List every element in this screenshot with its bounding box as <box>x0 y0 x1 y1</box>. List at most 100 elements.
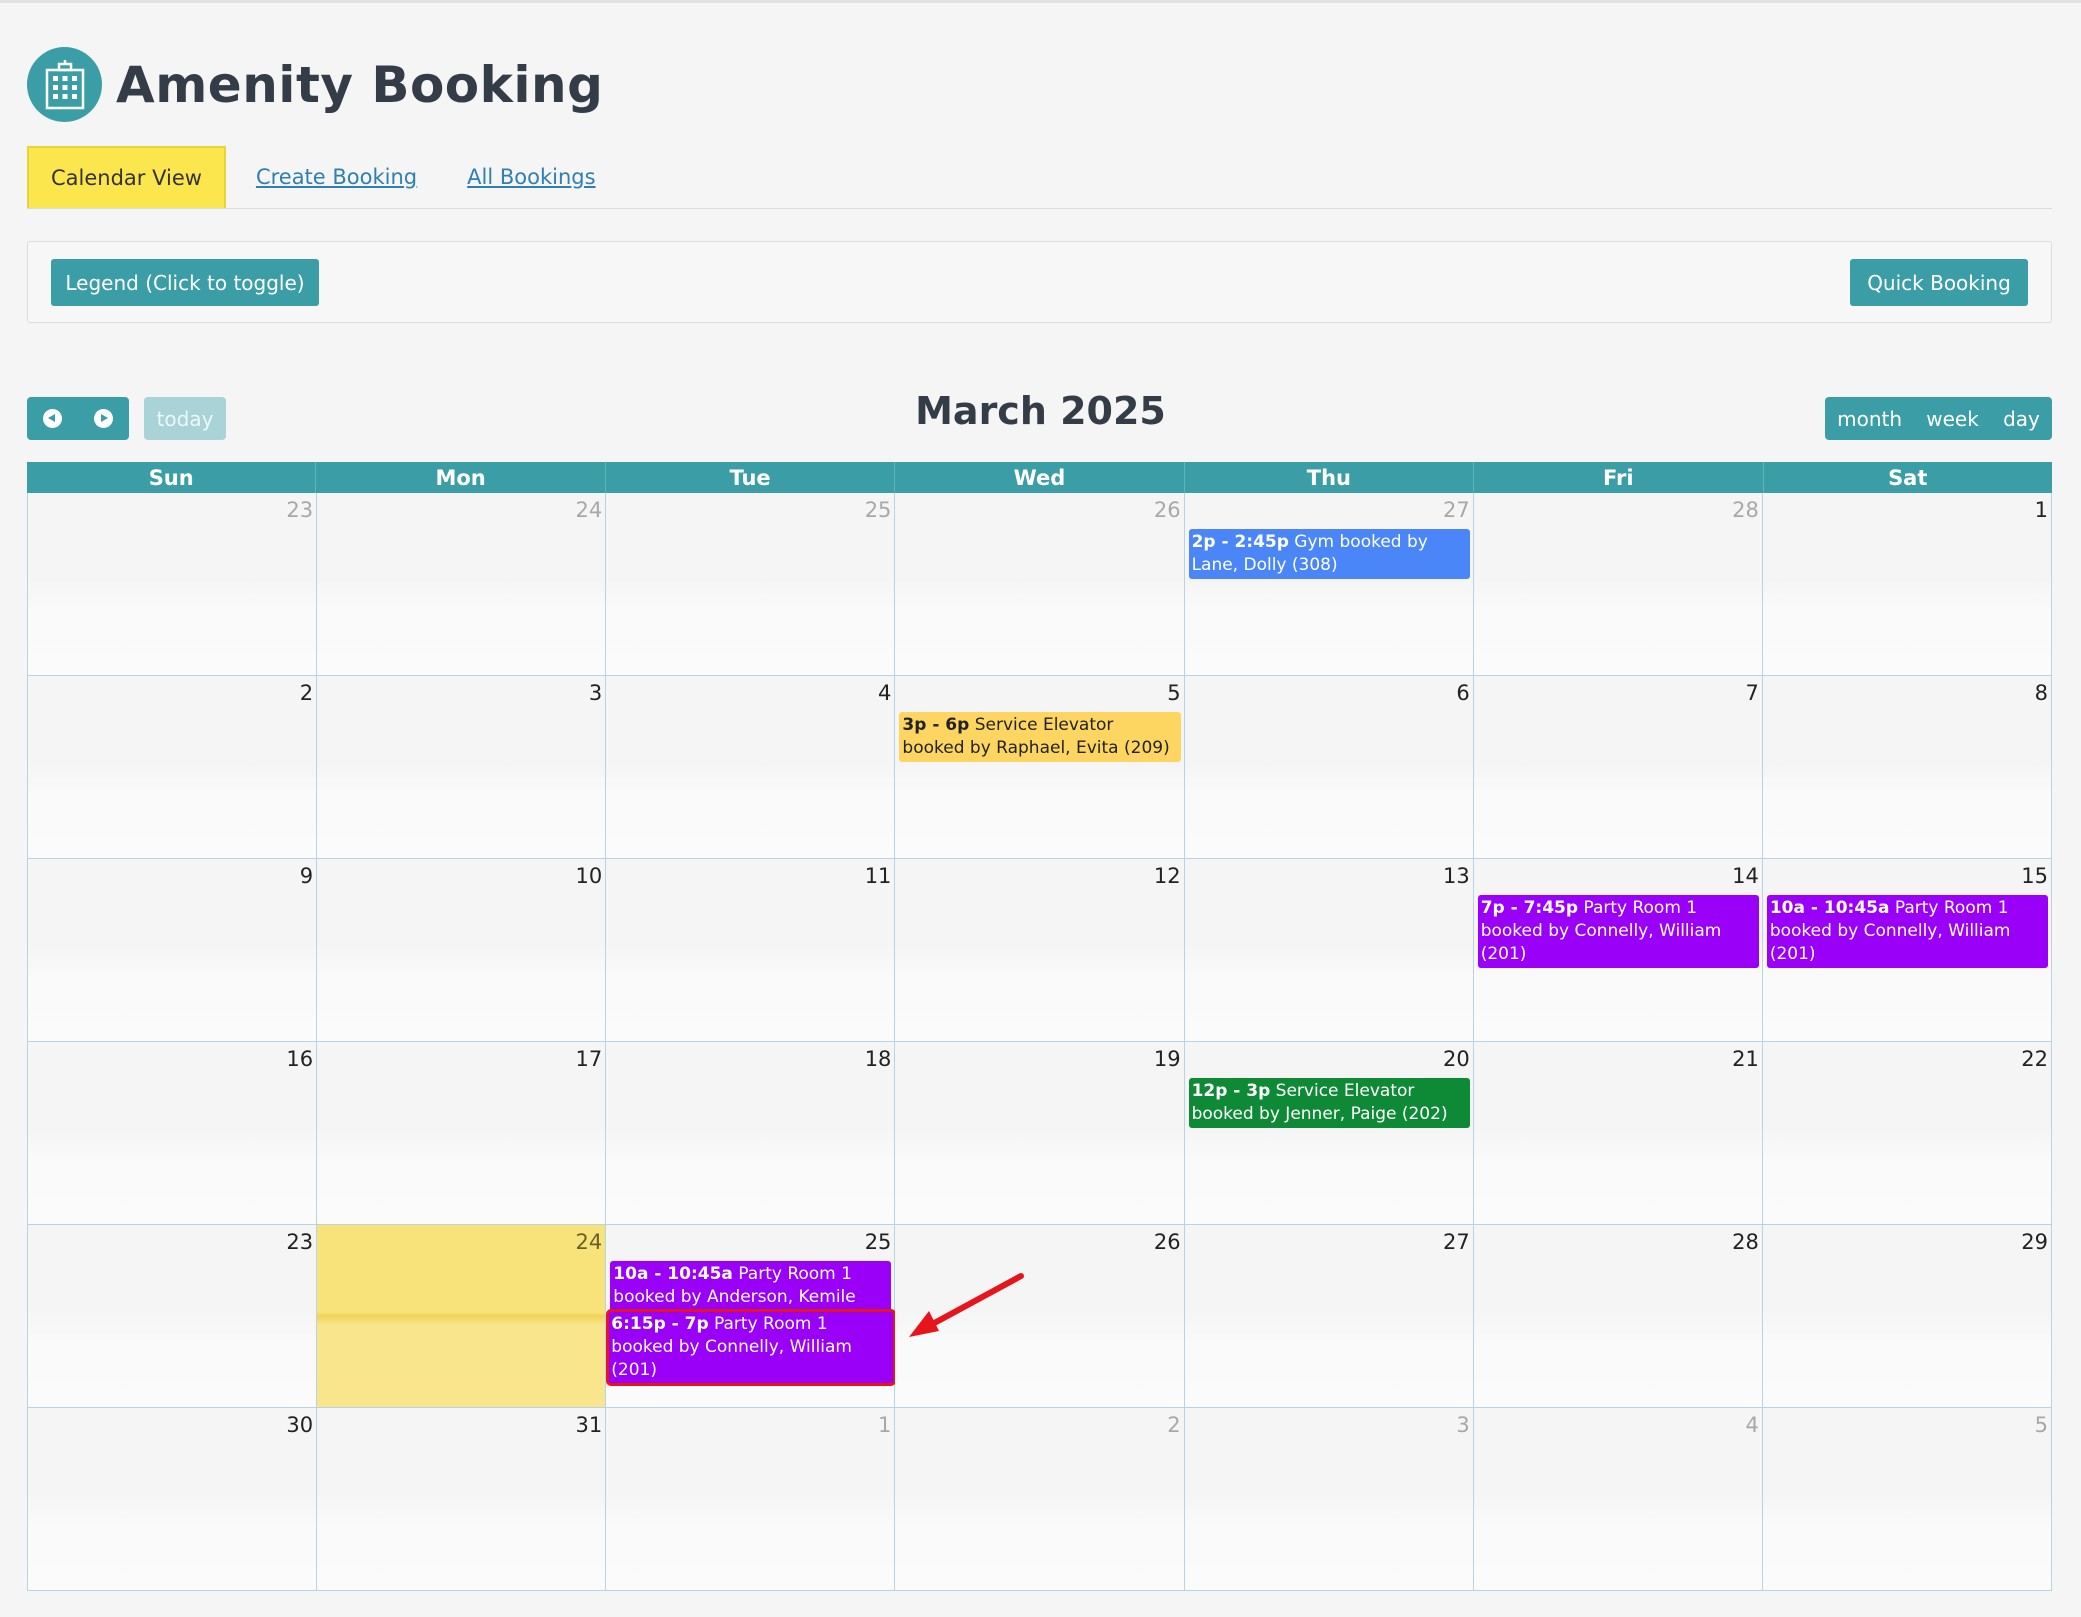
week-row: 2 3 4 5 3p - 6p Service Elevator booked … <box>28 676 2052 859</box>
day-number: 8 <box>2034 681 2048 705</box>
day-number: 21 <box>1732 1047 1759 1071</box>
day-cell[interactable]: 2 <box>28 676 318 859</box>
day-cell[interactable]: 27 2p - 2:45p Gym booked by Lane, Dolly … <box>1184 493 1474 676</box>
day-cell[interactable]: 21 <box>1473 1042 1763 1225</box>
day-cell[interactable]: 23 <box>28 493 318 676</box>
day-cell[interactable]: 5 3p - 6p Service Elevator booked by Rap… <box>895 676 1185 859</box>
day-cell[interactable]: 31 <box>317 1408 607 1591</box>
day-cell[interactable]: 16 <box>28 1042 318 1225</box>
day-cell[interactable]: 28 <box>1473 1225 1763 1408</box>
tab-create-booking[interactable]: Create Booking <box>234 146 439 208</box>
prev-month-button[interactable] <box>27 397 78 440</box>
week-row: 23 24 25 26 27 2p - 2:45p Gym booked by … <box>28 493 2052 676</box>
day-number: 19 <box>1153 1047 1181 1071</box>
day-cell[interactable]: 1 <box>1762 493 2052 676</box>
day-number: 11 <box>864 864 892 888</box>
day-number: 4 <box>1745 1413 1759 1437</box>
day-number: 4 <box>878 681 892 705</box>
tab-calendar-view[interactable]: Calendar View <box>27 146 226 208</box>
quick-booking-button[interactable]: Quick Booking <box>1850 259 2028 306</box>
annotation-arrow-icon <box>909 1273 1024 1337</box>
day-cell[interactable]: 27 <box>1184 1225 1474 1408</box>
day-cell[interactable]: 1 <box>606 1408 896 1591</box>
day-cell[interactable]: 9 <box>28 859 318 1042</box>
day-cell[interactable]: 28 <box>1473 493 1763 676</box>
day-cell[interactable]: 29 <box>1762 1225 2052 1408</box>
day-number: 5 <box>1167 681 1181 705</box>
day-number: 10 <box>575 864 603 888</box>
day-number: 5 <box>2034 1413 2048 1437</box>
tab-all-bookings[interactable]: All Bookings <box>445 146 617 208</box>
event-time: 2p - 2:45p <box>1191 532 1289 552</box>
day-cell[interactable]: 25 <box>606 493 896 676</box>
day-number: 17 <box>575 1047 603 1071</box>
day-cell[interactable]: 5 <box>1762 1408 2052 1591</box>
day-cell[interactable]: 3 <box>317 676 607 859</box>
building-icon <box>27 47 102 122</box>
day-number: 27 <box>1442 498 1470 522</box>
day-cell[interactable]: 13 <box>1184 859 1474 1042</box>
chevron-left-icon <box>43 409 62 428</box>
day-cell[interactable]: 26 <box>895 493 1185 676</box>
day-number: 23 <box>286 498 314 522</box>
dow-sun: Sun <box>27 462 317 493</box>
day-cell[interactable]: 4 <box>606 676 896 859</box>
day-number: 16 <box>286 1047 314 1071</box>
day-number: 2 <box>1167 1413 1181 1437</box>
event-gym-booking[interactable]: 2p - 2:45p Gym booked by Lane, Dolly (30… <box>1188 529 1470 579</box>
event-party-room-booking-highlighted[interactable]: 6:15p - 7p Party Room 1 booked by Connel… <box>606 1309 897 1386</box>
day-cell[interactable]: 6 <box>1184 676 1474 859</box>
day-cell[interactable]: 12 <box>895 859 1185 1042</box>
day-cell[interactable]: 20 12p - 3p Service Elevator booked by J… <box>1184 1042 1474 1225</box>
view-week-button[interactable]: week <box>1920 407 1985 431</box>
day-number: 30 <box>286 1413 314 1437</box>
day-number: 27 <box>1442 1230 1470 1254</box>
day-number: 3 <box>588 681 603 705</box>
day-cell[interactable]: 19 <box>895 1042 1185 1225</box>
event-time: 10a - 10:45a <box>613 1264 733 1284</box>
day-number: 26 <box>1153 1230 1181 1254</box>
event-service-elevator-booking[interactable]: 3p - 6p Service Elevator booked by Rapha… <box>899 712 1181 762</box>
day-cell-today[interactable]: 24 <box>317 1225 607 1408</box>
day-cell[interactable]: 11 <box>606 859 896 1042</box>
dow-fri: Fri <box>1474 462 1764 493</box>
day-cell[interactable]: 10 <box>317 859 607 1042</box>
day-cell[interactable]: 25 10a - 10:45a Party Room 1 booked by A… <box>606 1225 897 1408</box>
day-cell[interactable]: 23 <box>28 1225 318 1408</box>
dow-wed: Wed <box>895 462 1185 493</box>
day-cell[interactable]: 14 7p - 7:45p Party Room 1 booked by Con… <box>1473 859 1763 1042</box>
dow-thu: Thu <box>1185 462 1475 493</box>
day-number: 3 <box>1456 1413 1470 1437</box>
toolbar-panel: Legend (Click to toggle) Quick Booking <box>27 241 2052 323</box>
day-cell[interactable]: 2 <box>895 1408 1185 1591</box>
day-cell[interactable]: 22 <box>1762 1042 2052 1225</box>
event-service-elevator-booking[interactable]: 12p - 3p Service Elevator booked by Jenn… <box>1188 1078 1470 1128</box>
day-cell[interactable]: 17 <box>317 1042 607 1225</box>
week-row: 16 17 18 19 20 12p - 3p Service Elevator… <box>28 1042 2052 1225</box>
app-header: Amenity Booking <box>27 47 603 122</box>
day-cell[interactable]: 15 10a - 10:45a Party Room 1 booked by C… <box>1762 859 2052 1042</box>
day-number: 2 <box>299 681 314 705</box>
view-month-button[interactable]: month <box>1831 407 1908 431</box>
today-button[interactable]: today <box>144 397 226 440</box>
day-cell[interactable]: 7 <box>1473 676 1763 859</box>
day-number: 7 <box>1745 681 1759 705</box>
event-party-room-booking[interactable]: 10a - 10:45a Party Room 1 booked by Conn… <box>1766 895 2048 968</box>
view-day-button[interactable]: day <box>1997 407 2046 431</box>
day-cell[interactable]: 30 <box>28 1408 318 1591</box>
day-number: 20 <box>1442 1047 1470 1071</box>
day-cell[interactable]: 3 <box>1184 1408 1474 1591</box>
event-time: 10a - 10:45a <box>1769 898 1890 918</box>
day-cell[interactable]: 24 <box>317 493 607 676</box>
dow-tue: Tue <box>606 462 896 493</box>
day-cell[interactable]: 8 <box>1762 676 2052 859</box>
event-party-room-booking[interactable]: 7p - 7:45p Party Room 1 booked by Connel… <box>1477 895 1759 968</box>
legend-toggle-button[interactable]: Legend (Click to toggle) <box>51 259 319 306</box>
event-time: 6:15p - 7p <box>611 1314 709 1334</box>
next-month-button[interactable] <box>78 397 129 440</box>
calendar-nav <box>27 397 129 440</box>
day-cell[interactable]: 4 <box>1473 1408 1763 1591</box>
day-number: 15 <box>2021 864 2048 888</box>
day-number: 31 <box>575 1413 603 1437</box>
day-cell[interactable]: 18 <box>606 1042 896 1225</box>
